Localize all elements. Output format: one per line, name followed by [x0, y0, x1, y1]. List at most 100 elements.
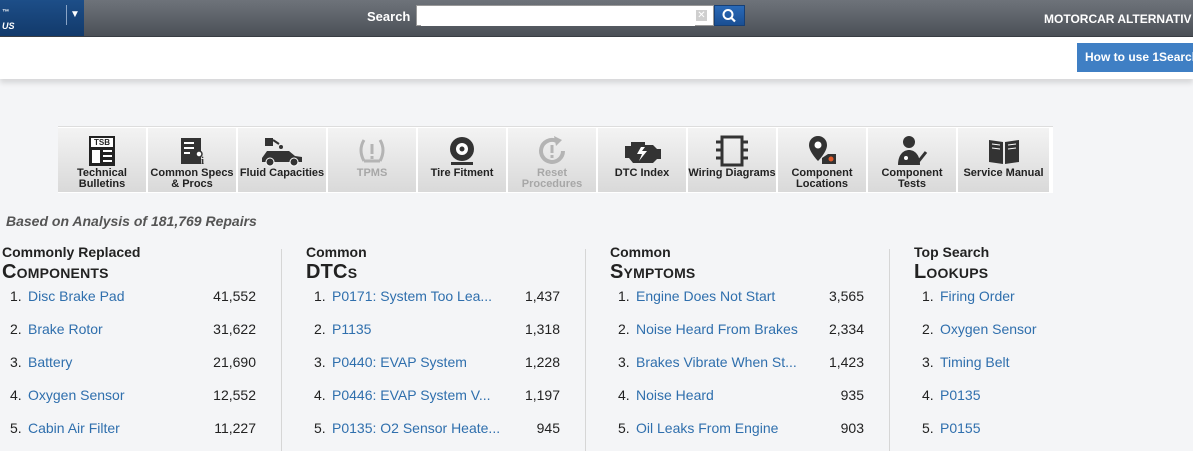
list-item: 4. Noise Heard 935: [610, 385, 864, 418]
tool-component-tests[interactable]: Component Tests: [868, 128, 957, 192]
tool-dtc-index[interactable]: DTC Index: [598, 128, 687, 192]
engine-icon: [625, 142, 661, 163]
svg-text:TSB: TSB: [94, 138, 110, 147]
tool-common-specs[interactable]: i Common Specs & Procs: [148, 128, 237, 192]
tool-wiring-diagrams[interactable]: Wiring Diagrams: [688, 128, 777, 192]
item-link[interactable]: Brake Rotor: [28, 319, 103, 339]
rank: 2.: [922, 321, 934, 337]
list-item: 2. Brake Rotor 31,622: [2, 319, 256, 352]
header-band: [0, 37, 1193, 79]
manual-icon: [988, 140, 1019, 164]
logo-mark: ™: [2, 9, 9, 16]
rank: 2.: [618, 321, 630, 337]
item-link[interactable]: Cabin Air Filter: [28, 418, 120, 438]
list-item: 1. Disc Brake Pad 41,552: [2, 286, 256, 319]
tool-reset-procedures[interactable]: Reset Procedures: [508, 128, 597, 192]
search-input[interactable]: [421, 7, 695, 26]
item-count: 21,690: [213, 354, 256, 370]
svg-text:i: i: [201, 155, 204, 167]
rank: 3.: [922, 354, 934, 370]
tpms-icon: [359, 139, 385, 163]
tool-label: Reset Procedures: [521, 167, 583, 190]
analysis-text: Based on Analysis of 181,769 Repairs: [6, 213, 257, 229]
logo[interactable]: ™ US ▼: [0, 0, 84, 36]
account-name[interactable]: MOTORCAR ALTERNATIV: [1044, 12, 1192, 26]
item-count: 1,318: [524, 321, 560, 337]
item-link[interactable]: Timing Belt: [940, 352, 1010, 372]
tool-label: Tire Fitment: [430, 167, 494, 179]
item-link[interactable]: P0155: [940, 418, 980, 438]
tool-label: Fluid Capacities: [239, 167, 325, 179]
column-divider: [889, 249, 890, 451]
list-item: 2. P1135 1,318: [306, 319, 560, 352]
rank: 2.: [314, 321, 326, 337]
tool-component-locations[interactable]: Component Locations: [778, 128, 867, 192]
item-link[interactable]: Oxygen Sensor: [940, 319, 1037, 339]
how-to-button[interactable]: How to use 1Search: [1077, 43, 1193, 72]
list-item: 4. P0446: EVAP System V... 1,197: [306, 385, 560, 418]
list-item: 2. Noise Heard From Brakes 2,334: [610, 319, 864, 352]
item-link[interactable]: P1135: [332, 319, 371, 339]
list-item: 5. Oil Leaks From Engine 903: [610, 418, 864, 451]
item-count: 2,334: [828, 321, 864, 337]
column-pretitle: Common: [610, 244, 671, 260]
item-link[interactable]: Firing Order: [940, 286, 1015, 306]
tool-service-manual[interactable]: Service Manual: [958, 128, 1050, 192]
item-count: 903: [840, 420, 864, 436]
item-count: 1,197: [524, 387, 560, 403]
tests-icon: [898, 136, 928, 165]
item-link[interactable]: P0440: EVAP System: [332, 352, 467, 372]
list-item: 2. Oxygen Sensor: [914, 319, 1168, 352]
item-link[interactable]: P0171: System Too Lea...: [332, 286, 492, 306]
item-link[interactable]: Disc Brake Pad: [28, 286, 124, 306]
tool-label: Component Locations: [791, 167, 853, 190]
item-link[interactable]: Noise Heard: [636, 385, 714, 405]
item-count: 1,423: [828, 354, 864, 370]
item-link[interactable]: Oil Leaks From Engine: [636, 418, 778, 438]
rank: 5.: [314, 420, 326, 436]
tool-label: DTC Index: [614, 167, 670, 179]
ranked-list: 1. Engine Does Not Start 3,565 2. Noise Hea…: [610, 286, 864, 451]
tool-technical-bulletins[interactable]: TSB Technical Bulletins: [58, 128, 147, 192]
rank: 1.: [314, 288, 326, 304]
tool-fluid-capacities[interactable]: Fluid Capacities: [238, 128, 327, 192]
list-item: 3. Timing Belt: [914, 352, 1168, 385]
item-link[interactable]: Battery: [28, 352, 72, 372]
list-item: 1. Engine Does Not Start 3,565: [610, 286, 864, 319]
column-pretitle: Common: [306, 244, 367, 260]
item-count: 1,228: [524, 354, 560, 370]
clear-icon[interactable]: ✕: [696, 10, 707, 21]
item-link[interactable]: Engine Does Not Start: [636, 286, 775, 306]
rank: 1.: [618, 288, 630, 304]
list-item: 5. P0135: O2 Sensor Heate... 945: [306, 418, 560, 451]
item-link[interactable]: Noise Heard From Brakes: [636, 319, 798, 339]
rank: 5.: [618, 420, 630, 436]
item-link[interactable]: Oxygen Sensor: [28, 385, 125, 405]
tool-label: Component Tests: [881, 167, 943, 190]
item-count: 945: [536, 420, 560, 436]
tire-icon: [450, 137, 474, 165]
item-link[interactable]: P0446: EVAP System V...: [332, 385, 491, 405]
components-column: Commonly Replaced Components 1. Disc Brak…: [2, 244, 256, 451]
chevron-down-icon[interactable]: ▼: [66, 5, 83, 25]
rank: 4.: [314, 387, 326, 403]
item-link[interactable]: Brakes Vibrate When St...: [636, 352, 797, 372]
list-item: 5. P0155: [914, 418, 1168, 451]
tool-label: Service Manual: [963, 167, 1044, 179]
tool-tpms[interactable]: TPMS: [328, 128, 417, 192]
list-item: 3. Battery 21,690: [2, 352, 256, 385]
item-link[interactable]: P0135: [940, 385, 980, 405]
logo-region: US: [2, 21, 15, 31]
list-item: 5. Cabin Air Filter 11,227: [2, 418, 256, 451]
item-link[interactable]: P0135: O2 Sensor Heate...: [332, 418, 500, 438]
tool-tire-fitment[interactable]: Tire Fitment: [418, 128, 507, 192]
list-item: 4. Oxygen Sensor 12,552: [2, 385, 256, 418]
symptoms-column: Common Symptoms 1. Engine Does Not Start 3…: [610, 244, 864, 451]
rank: 4.: [922, 387, 934, 403]
column-title: Lookups: [914, 261, 989, 283]
item-count: 12,552: [213, 387, 256, 403]
rank: 3.: [618, 354, 630, 370]
rank: 3.: [10, 354, 22, 370]
dtcs-column: Common DTCs 1. P0171: System Too Lea... 1,…: [306, 244, 560, 451]
search-button[interactable]: [714, 5, 745, 26]
